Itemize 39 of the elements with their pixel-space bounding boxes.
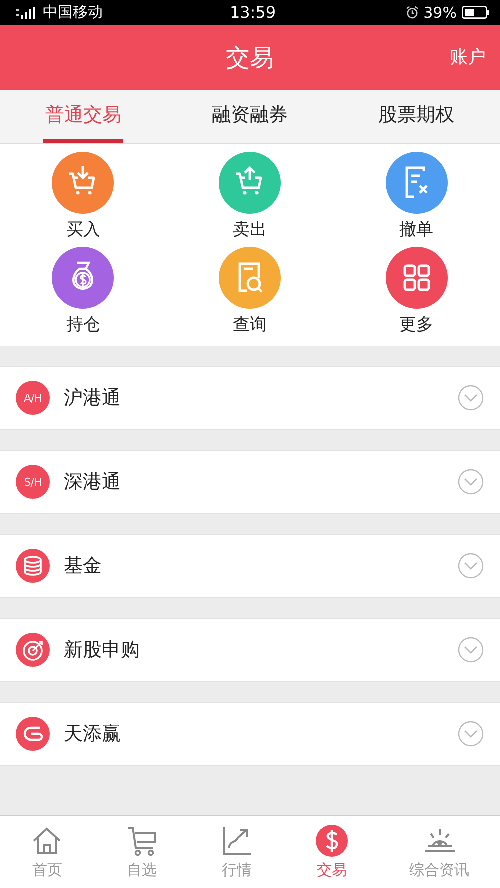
section-row[interactable]: 新股申购 [0, 618, 500, 682]
battery-icon [462, 6, 490, 19]
clock-time: 13:59 [230, 3, 276, 22]
loop-icon [16, 717, 50, 751]
action-button[interactable]: 查询 [218, 247, 281, 342]
section-row[interactable]: 基金 [0, 534, 500, 598]
dollar-icon [314, 824, 349, 858]
section-label: 深港通 [64, 470, 122, 495]
target-icon [16, 633, 50, 667]
money-bag-icon [52, 247, 114, 309]
nav-item[interactable]: 交易 [314, 824, 349, 880]
section-row[interactable]: 天添赢 [0, 702, 500, 766]
section-label: 沪港通 [64, 386, 122, 411]
coin-stack-icon [16, 549, 50, 583]
carrier-name: 中国移动 [43, 3, 103, 22]
account-button[interactable]: 账户 [450, 45, 486, 69]
section-badge: A/H [16, 381, 50, 415]
action-button[interactable]: 撤单 [386, 152, 448, 247]
tab[interactable]: 融资融券 [210, 90, 290, 143]
action-button[interactable]: 持仓 [52, 247, 114, 342]
section-row[interactable]: A/H 沪港通 [0, 366, 500, 430]
section-row[interactable]: S/H 深港通 [0, 450, 500, 514]
action-button[interactable]: 更多 [386, 247, 448, 342]
battery-percent: 39% [424, 4, 457, 22]
action-button[interactable]: 买入 [52, 152, 114, 247]
document-cross-icon [386, 152, 448, 214]
document-search-icon [218, 247, 281, 309]
action-button[interactable]: 卖出 [218, 152, 281, 247]
section-badge: S/H [16, 465, 50, 499]
section-label: 新股申购 [64, 638, 141, 663]
grid-icon [386, 247, 448, 309]
tab[interactable]: 股票期权 [376, 90, 457, 143]
alarm-icon [406, 6, 419, 19]
cart-download-icon [52, 152, 114, 214]
section-label: 天添赢 [64, 722, 122, 747]
page-title: 交易 [226, 42, 274, 74]
cart-upload-icon [218, 152, 281, 214]
signal-icon [16, 6, 38, 18]
section-label: 基金 [64, 554, 103, 579]
